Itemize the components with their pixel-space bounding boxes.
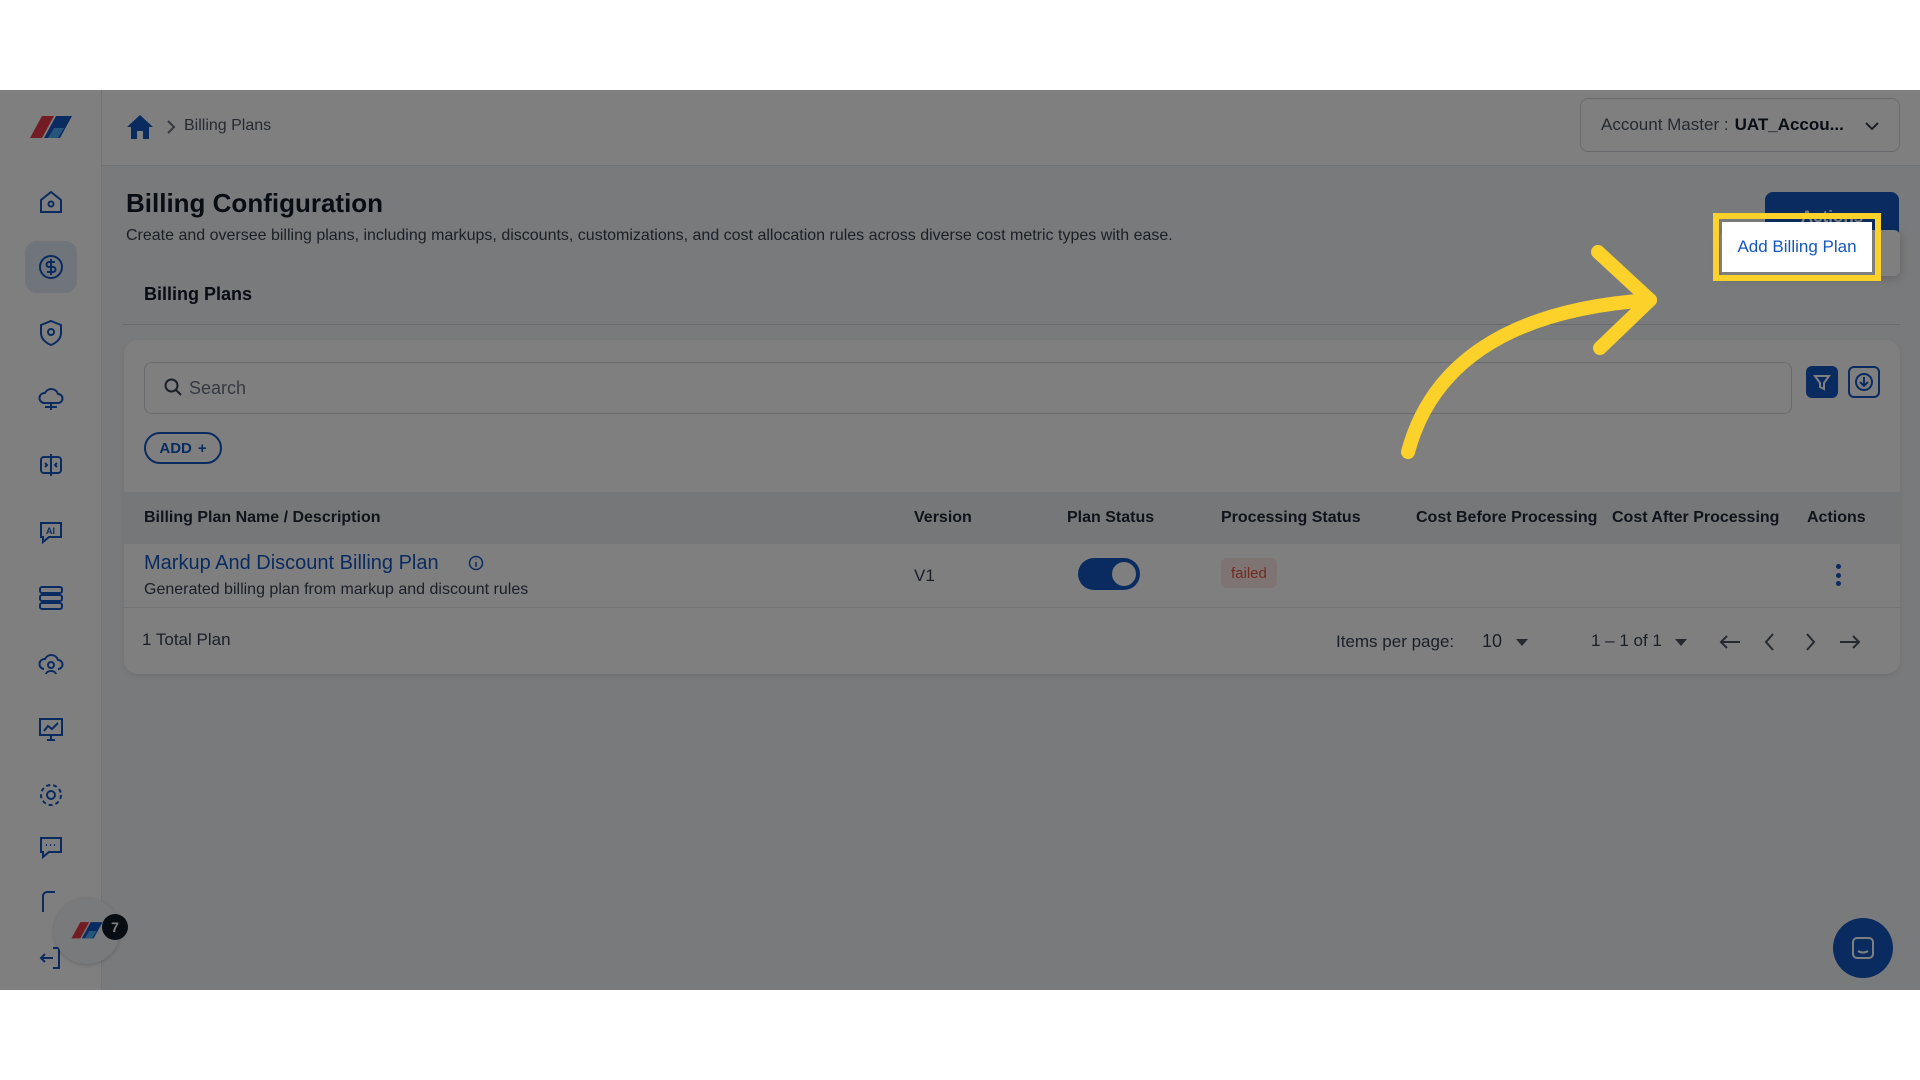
sidebar-item-compare[interactable] (25, 439, 77, 491)
sidebar-item-home[interactable] (25, 176, 77, 228)
sidebar-item-servers[interactable] (25, 571, 77, 623)
breadcrumb[interactable]: Billing Plans (184, 117, 271, 135)
table-header: Billing Plan Name / Description Version … (124, 492, 1900, 544)
add-billing-plan-menu-item[interactable]: Add Billing Plan (1722, 222, 1872, 272)
page-title: Billing Configuration (126, 188, 384, 218)
account-selector[interactable]: Account Master : UAT_Accou... (1580, 98, 1900, 152)
sidebar-item-reports[interactable] (25, 703, 77, 755)
next-page-icon[interactable] (1796, 628, 1824, 656)
items-per-page-select[interactable]: 10 (1482, 631, 1502, 652)
filter-button[interactable] (1806, 366, 1838, 398)
page-description: Create and oversee billing plans, includ… (126, 227, 1173, 244)
table-footer: 1 Total Plan Items per page: 10 1 – 1 of… (124, 608, 1900, 674)
column-header: Plan Status (1067, 509, 1155, 526)
home-icon (40, 190, 62, 213)
sidebar-item-billing[interactable] (25, 241, 77, 293)
account-label: Account Master : (1601, 115, 1729, 134)
sidebar-item-ai[interactable]: AI (25, 505, 77, 557)
plan-version: V1 (914, 566, 935, 585)
sidebar: AI (0, 90, 102, 990)
chat-launcher-button[interactable] (1833, 918, 1893, 978)
caret-down-icon (1516, 639, 1528, 646)
sidebar-item-security[interactable] (25, 307, 77, 359)
add-button[interactable]: ADD + (144, 432, 222, 464)
app-viewport: AI Billing Plans Account Master : UAT_Ac… (0, 90, 1920, 990)
sidebar-item-cloud-users[interactable] (25, 637, 77, 689)
column-header: Cost Before Processing (1416, 509, 1598, 526)
plan-status-toggle[interactable] (1078, 558, 1140, 590)
top-bar: Billing Plans Account Master : UAT_Accou… (102, 90, 1920, 166)
column-header: Actions (1807, 509, 1866, 526)
tab-billing-plans[interactable]: Billing Plans (144, 284, 252, 305)
sidebar-item-settings[interactable] (25, 769, 77, 821)
toggle-knob (1112, 562, 1136, 586)
search-placeholder: Search (189, 378, 247, 398)
dollar-icon (39, 255, 63, 279)
info-icon[interactable] (468, 555, 484, 571)
prev-page-icon[interactable] (1756, 628, 1784, 656)
column-header: Billing Plan Name / Description (144, 509, 381, 526)
app-logo-icon (71, 922, 103, 939)
account-value: UAT_Accou... (1734, 115, 1844, 134)
plan-description: Generated billing plan from markup and d… (144, 581, 529, 598)
search-icon (164, 378, 182, 396)
server-icon (39, 586, 63, 610)
shield-icon (40, 319, 62, 347)
download-button[interactable] (1848, 366, 1880, 398)
compare-icon (40, 454, 62, 476)
tutorial-arrow-icon (1401, 245, 1657, 459)
processing-status-badge: failed (1221, 558, 1277, 588)
plan-name-link[interactable]: Markup And Discount Billing Plan (144, 552, 439, 575)
row-actions-menu-button[interactable] (1826, 562, 1850, 588)
chevron-down-icon (1865, 122, 1879, 131)
chevron-right-icon (167, 120, 176, 134)
items-per-page-label: Items per page: (1336, 632, 1455, 651)
caret-down-icon (1675, 639, 1687, 646)
settings-icon (40, 784, 62, 806)
sidebar-item-feedback[interactable] (25, 820, 77, 872)
home-icon[interactable] (126, 114, 154, 140)
filter-icon (1813, 375, 1831, 391)
column-header: Version (914, 509, 972, 526)
ai-chat-icon: AI (40, 522, 62, 545)
column-header: Processing Status (1221, 509, 1361, 526)
download-icon (1855, 373, 1873, 391)
feedback-icon (40, 837, 62, 860)
table-row: Markup And Discount Billing Plan Generat… (124, 544, 1900, 608)
notification-badge: 7 (102, 914, 128, 940)
presentation-icon (39, 718, 63, 741)
first-page-icon[interactable] (1716, 628, 1744, 656)
column-header: Cost After Processing (1612, 509, 1780, 526)
last-page-icon[interactable] (1836, 628, 1864, 656)
plus-icon: + (197, 439, 207, 457)
add-button-label: ADD (159, 439, 192, 457)
cloud-user-icon (38, 654, 64, 675)
chat-icon (1852, 937, 1874, 959)
cloud-icon (38, 388, 64, 410)
sidebar-item-cloud[interactable] (25, 373, 77, 425)
total-count: 1 Total Plan (142, 630, 231, 649)
page-range-select[interactable]: 1 – 1 of 1 (1591, 631, 1662, 651)
svg-text:AI: AI (46, 526, 55, 536)
app-logo[interactable] (24, 108, 78, 148)
